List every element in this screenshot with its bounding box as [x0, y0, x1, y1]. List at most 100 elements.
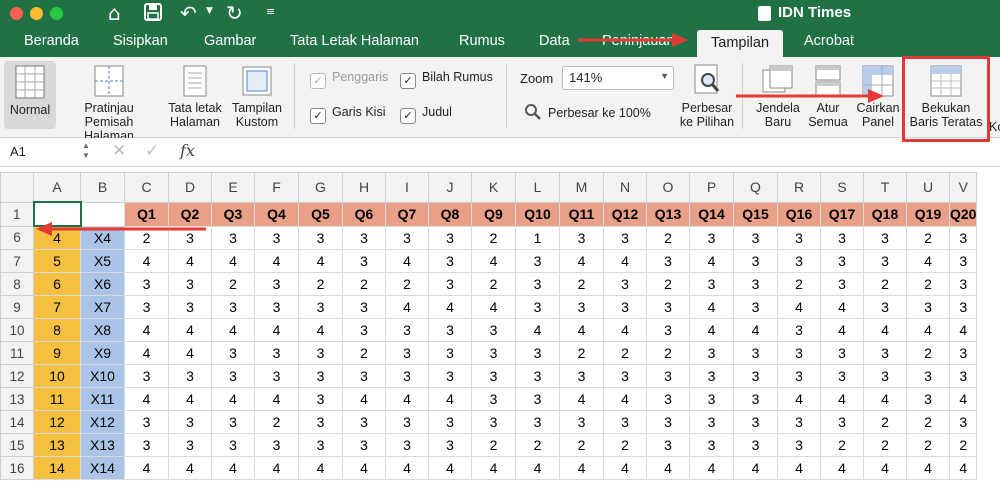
- tab-acrobat[interactable]: Acrobat: [804, 33, 854, 49]
- cell-value[interactable]: 3: [948, 272, 978, 296]
- cell-value[interactable]: 3: [428, 249, 472, 273]
- header-cell[interactable]: Q4: [254, 201, 299, 227]
- cell-value[interactable]: 3: [948, 225, 978, 250]
- cell-value[interactable]: 2: [906, 433, 950, 457]
- redo-icon[interactable]: ↻: [226, 1, 243, 25]
- cell-value[interactable]: 4: [471, 249, 516, 273]
- cell-value[interactable]: 3: [777, 364, 821, 388]
- cell-value[interactable]: 3: [820, 249, 864, 273]
- cell-value[interactable]: 4: [733, 318, 778, 342]
- cell-value[interactable]: 4: [168, 387, 212, 411]
- cell-value[interactable]: 2: [342, 272, 386, 296]
- cell-value[interactable]: 4: [428, 456, 472, 480]
- custom-view-button[interactable]: Tampilan Kustom: [228, 65, 286, 129]
- cell-value[interactable]: 4: [124, 387, 169, 411]
- cell-value[interactable]: 3: [646, 249, 690, 273]
- cell-value[interactable]: 4: [689, 295, 734, 319]
- column-header[interactable]: M: [559, 172, 604, 203]
- cell-value[interactable]: 3: [603, 225, 647, 250]
- header-cell[interactable]: Q10: [515, 201, 560, 227]
- cell-value[interactable]: 3: [906, 387, 950, 411]
- row-header[interactable]: 9: [0, 295, 34, 319]
- cell-value[interactable]: 4: [820, 318, 864, 342]
- cell-value[interactable]: 4: [298, 456, 343, 480]
- cell-value[interactable]: 2: [948, 433, 978, 457]
- cell-value[interactable]: 3: [559, 295, 604, 319]
- tab-gambar[interactable]: Gambar: [204, 33, 256, 49]
- cell-value[interactable]: 4: [777, 387, 821, 411]
- header-cell[interactable]: Q3: [211, 201, 255, 227]
- row-header[interactable]: 1: [0, 201, 34, 227]
- column-header[interactable]: C: [124, 172, 169, 203]
- cell-value[interactable]: 3: [385, 225, 429, 250]
- cell-value[interactable]: 3: [603, 295, 647, 319]
- headings-checkbox[interactable]: ✓ Judul: [400, 105, 452, 124]
- header-cell[interactable]: Q6: [342, 201, 386, 227]
- cell-value[interactable]: 3: [471, 318, 516, 342]
- cell-value[interactable]: 4: [603, 456, 647, 480]
- header-cell[interactable]: Q8: [428, 201, 472, 227]
- cell-value[interactable]: 3: [211, 433, 255, 457]
- cell-value[interactable]: 3: [124, 364, 169, 388]
- cell-number[interactable]: 12: [33, 410, 81, 434]
- cell-value[interactable]: 3: [603, 410, 647, 434]
- cell-value[interactable]: 4: [124, 249, 169, 273]
- cell-value[interactable]: 3: [254, 295, 299, 319]
- undo-dropdown-icon[interactable]: ▼: [206, 6, 213, 16]
- row-header[interactable]: 8: [0, 272, 34, 296]
- formula-bar-checkbox[interactable]: ✓ Bilah Rumus: [400, 70, 493, 89]
- cell-value[interactable]: 3: [515, 272, 560, 296]
- cell-value[interactable]: 4: [385, 249, 429, 273]
- cell-value[interactable]: 3: [820, 410, 864, 434]
- zoom-combobox[interactable]: 141% ▼: [562, 66, 674, 90]
- cell-value[interactable]: 3: [689, 433, 734, 457]
- cell-value[interactable]: 4: [211, 318, 255, 342]
- cell-value[interactable]: 3: [342, 410, 386, 434]
- cell-value[interactable]: 3: [646, 410, 690, 434]
- cell-value[interactable]: 3: [689, 272, 734, 296]
- cell-value[interactable]: 3: [385, 364, 429, 388]
- cell-value[interactable]: 3: [559, 225, 604, 250]
- freeze-first-column-label[interactable]: Ko: [989, 120, 1000, 134]
- cell-value[interactable]: 4: [777, 456, 821, 480]
- cell-value[interactable]: 4: [211, 249, 255, 273]
- cell-value[interactable]: 4: [906, 318, 950, 342]
- tab-beranda[interactable]: Beranda: [24, 33, 79, 49]
- gridlines-checkbox[interactable]: ✓ Garis Kisi: [310, 105, 385, 124]
- cell-value[interactable]: 4: [168, 456, 212, 480]
- cell-value[interactable]: 2: [298, 272, 343, 296]
- cell-value[interactable]: 3: [777, 410, 821, 434]
- cell-label[interactable]: X5: [80, 249, 125, 273]
- cell-value[interactable]: 4: [603, 387, 647, 411]
- cell-label[interactable]: X8: [80, 318, 125, 342]
- cell-value[interactable]: 3: [124, 433, 169, 457]
- save-icon[interactable]: [144, 3, 162, 25]
- cell-value[interactable]: 4: [559, 318, 604, 342]
- cell-value[interactable]: 3: [385, 433, 429, 457]
- cell-value[interactable]: 3: [298, 410, 343, 434]
- customize-toolbar-icon[interactable]: ≡: [266, 5, 275, 18]
- cell-value[interactable]: 3: [254, 272, 299, 296]
- cell-value[interactable]: 3: [863, 249, 907, 273]
- cell-value[interactable]: 3: [559, 364, 604, 388]
- cell-value[interactable]: 3: [124, 272, 169, 296]
- header-cell[interactable]: Q14: [689, 201, 734, 227]
- cell-value[interactable]: 3: [211, 410, 255, 434]
- cell-value[interactable]: 4: [603, 318, 647, 342]
- zoom-window-button[interactable]: [50, 7, 63, 20]
- cell-value[interactable]: 2: [646, 272, 690, 296]
- cell-number[interactable]: 10: [33, 364, 81, 388]
- column-header[interactable]: A: [33, 172, 81, 203]
- cell-value[interactable]: 3: [733, 272, 778, 296]
- cell-value[interactable]: 4: [124, 318, 169, 342]
- column-header[interactable]: G: [298, 172, 343, 203]
- cell-value[interactable]: 2: [471, 272, 516, 296]
- cell-value[interactable]: 4: [733, 456, 778, 480]
- cell-value[interactable]: 3: [515, 295, 560, 319]
- zoom-to-selection-button[interactable]: Perbesar ke Pilihan: [676, 63, 738, 129]
- cell-value[interactable]: 2: [906, 341, 950, 365]
- cell-number[interactable]: 11: [33, 387, 81, 411]
- header-cell[interactable]: Q13: [646, 201, 690, 227]
- cell-value[interactable]: 3: [168, 272, 212, 296]
- column-header[interactable]: E: [211, 172, 255, 203]
